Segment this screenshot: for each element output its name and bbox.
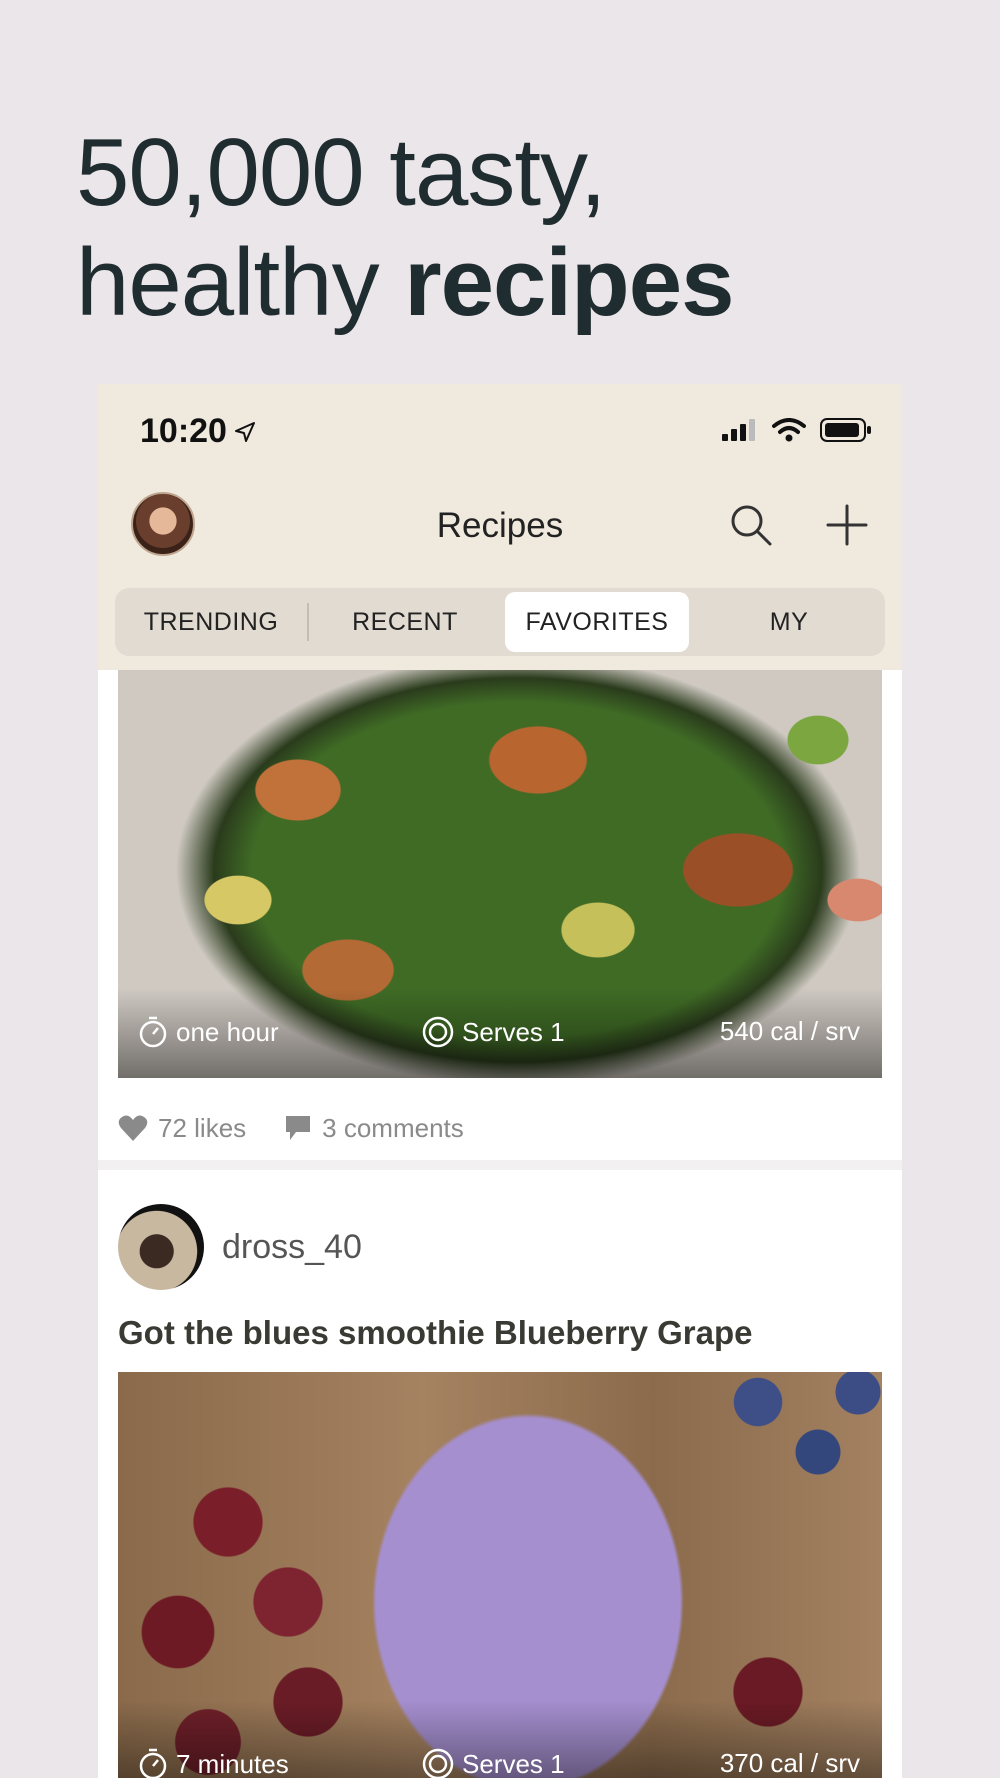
- hero-line-2: healthy recipes: [76, 228, 956, 338]
- comments[interactable]: 3 comments: [284, 1113, 464, 1144]
- wifi-icon: [772, 418, 806, 442]
- calories: 370 cal / srv: [720, 1748, 860, 1778]
- likes-text: 72 likes: [158, 1112, 247, 1143]
- location-arrow-icon: [234, 421, 255, 442]
- recipe-photo[interactable]: one hour Serves 1 540 cal / srv: [118, 670, 882, 1078]
- social-stats: 72 likes 3 comments: [118, 1108, 502, 1148]
- servings-text: Serves 1: [462, 1748, 565, 1778]
- hero-line-2-bold: recipes: [404, 229, 734, 336]
- phone-screen: 10:20 Recipes TRENDING RECENT FAVORITES …: [98, 384, 902, 1778]
- stopwatch-icon: [139, 1748, 167, 1778]
- servings: Serves 1: [422, 1748, 565, 1778]
- plate-icon: [422, 1016, 454, 1048]
- cellular-signal-icon: [722, 419, 755, 441]
- top-bar: 10:20 Recipes TRENDING RECENT FAVORITES …: [98, 384, 902, 670]
- author-avatar[interactable]: [118, 1204, 204, 1290]
- hero-line-2-regular: healthy: [76, 229, 405, 336]
- hero-line-1: 50,000 tasty,: [76, 119, 607, 226]
- heart-icon[interactable]: [118, 1114, 148, 1142]
- recipe-photo[interactable]: 7 minutes Serves 1 370 cal / srv: [118, 1372, 882, 1778]
- servings: Serves 1: [422, 1016, 565, 1048]
- status-bar: 10:20: [98, 412, 902, 462]
- recipe-title[interactable]: Got the blues smoothie Blueberry Grape: [118, 1314, 752, 1352]
- recipe-meta: one hour Serves 1 540 cal / srv: [118, 1016, 882, 1050]
- plus-icon[interactable]: [824, 502, 870, 548]
- stopwatch-icon: [139, 1016, 167, 1048]
- recipe-author[interactable]: dross_40: [118, 1204, 362, 1290]
- search-icon[interactable]: [728, 502, 774, 548]
- servings-text: Serves 1: [462, 1016, 565, 1047]
- author-name[interactable]: dross_40: [222, 1228, 362, 1267]
- cook-time: 7 minutes: [138, 1748, 289, 1778]
- comment-icon[interactable]: [284, 1114, 312, 1142]
- recipe-card[interactable]: one hour Serves 1 540 cal / srv 72 likes…: [98, 670, 902, 1160]
- tab-trending[interactable]: TRENDING: [119, 592, 303, 652]
- status-icons: [722, 418, 872, 442]
- recipe-tabs: TRENDING RECENT FAVORITES MY: [115, 588, 885, 656]
- battery-icon: [820, 418, 871, 442]
- calories-text: 370 cal / srv: [719, 1748, 860, 1778]
- recipe-card[interactable]: dross_40 Got the blues smoothie Blueberr…: [98, 1170, 902, 1778]
- likes[interactable]: 72 likes: [118, 1113, 246, 1144]
- plate-icon: [422, 1748, 454, 1778]
- cook-time: one hour: [138, 1016, 279, 1048]
- hero-headline: 50,000 tasty, healthy recipes: [76, 118, 956, 338]
- calories-text: 540 cal / srv: [719, 1016, 860, 1046]
- tab-favorites[interactable]: FAVORITES: [505, 592, 689, 652]
- clock-text: 10:20: [140, 412, 227, 450]
- tab-my[interactable]: MY: [697, 592, 881, 652]
- cook-time-text: one hour: [176, 1016, 279, 1047]
- status-time: 10:20: [140, 412, 257, 451]
- nav-bar: Recipes: [98, 492, 902, 564]
- calories: 540 cal / srv: [720, 1016, 860, 1047]
- tab-divider: [307, 603, 309, 641]
- tab-recent[interactable]: RECENT: [313, 592, 497, 652]
- cook-time-text: 7 minutes: [176, 1748, 289, 1778]
- comments-text: 3 comments: [322, 1112, 464, 1143]
- page-title: Recipes: [436, 506, 564, 545]
- recipe-meta: 7 minutes Serves 1 370 cal / srv: [118, 1748, 882, 1778]
